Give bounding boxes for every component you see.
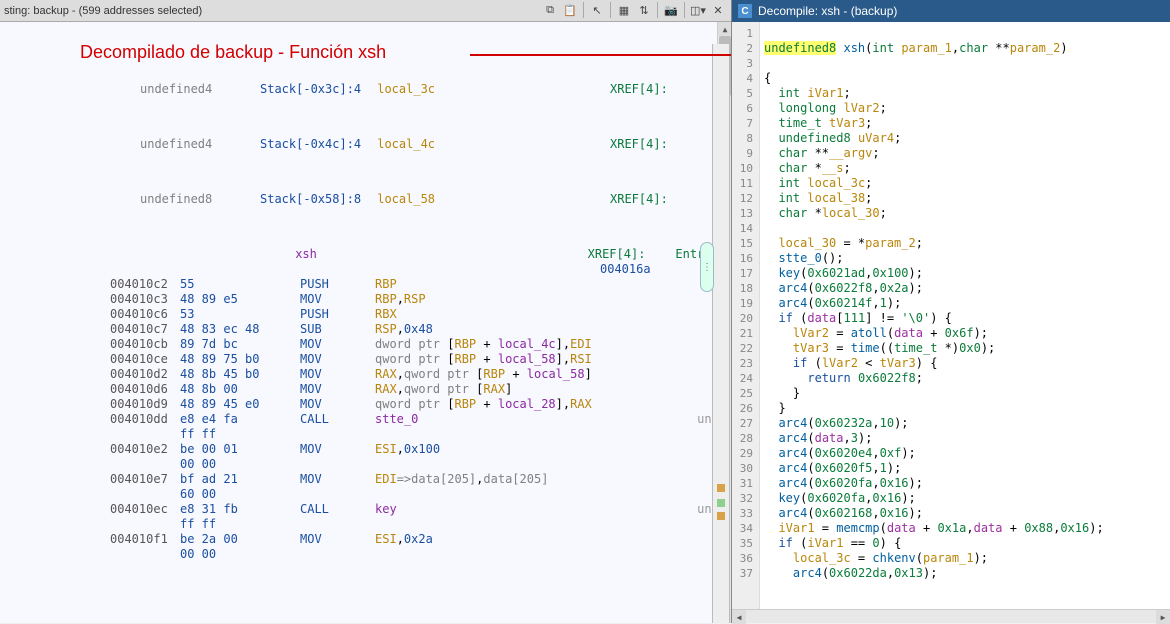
- paste-icon[interactable]: 📋: [561, 2, 579, 20]
- decomp-line[interactable]: time_t tVar3;: [764, 116, 1170, 131]
- marker: [717, 484, 725, 492]
- open-window-icon[interactable]: ◫▾: [689, 2, 707, 20]
- separator: [684, 2, 685, 18]
- scroll-right-icon[interactable]: ▶: [1156, 610, 1170, 624]
- listing-view[interactable]: Decompilado de backup - Función xsh unde…: [0, 22, 731, 623]
- decomp-line[interactable]: key(0x6021ad,0x100);: [764, 266, 1170, 281]
- decomp-line[interactable]: if (data[111] != '\0') {: [764, 311, 1170, 326]
- decomp-line[interactable]: [764, 26, 1170, 41]
- decomp-line[interactable]: arc4(data,3);: [764, 431, 1170, 446]
- asm-row[interactable]: 004010d948 89 45 e0MOVqword ptr [RBP + l…: [0, 397, 726, 412]
- asm-row[interactable]: 004010c653PUSHRBX: [0, 307, 726, 322]
- c-lang-icon: C: [738, 4, 752, 18]
- asm-row[interactable]: 004010c748 83 ec 48SUBRSP,0x48: [0, 322, 726, 337]
- overview-rail[interactable]: [712, 44, 730, 623]
- separator: [610, 2, 611, 18]
- diff-icon[interactable]: ⇅: [635, 2, 653, 20]
- decomp-line[interactable]: undefined8 uVar4;: [764, 131, 1170, 146]
- cursor-icon[interactable]: ↖: [588, 2, 606, 20]
- decomp-line[interactable]: int iVar1;: [764, 86, 1170, 101]
- asm-row[interactable]: ff ff: [0, 427, 726, 442]
- decomp-line[interactable]: iVar1 = memcmp(data + 0x1a,data + 0x88,0…: [764, 521, 1170, 536]
- annotation-arrow: [470, 54, 731, 56]
- snapshot-icon[interactable]: 📷: [662, 2, 680, 20]
- fields-icon[interactable]: ▦: [615, 2, 633, 20]
- decomp-line[interactable]: local_3c = chkenv(param_1);: [764, 551, 1170, 566]
- decomp-line[interactable]: arc4(0x60214f,1);: [764, 296, 1170, 311]
- line-gutter: 1234567891011121314151617181920212223242…: [732, 22, 760, 609]
- decomp-line[interactable]: arc4(0x6022da,0x13);: [764, 566, 1170, 581]
- decomp-line[interactable]: }: [764, 386, 1170, 401]
- decomp-line[interactable]: if (lVar2 < tVar3) {: [764, 356, 1170, 371]
- annotation-title: Decompilado de backup - Función xsh: [80, 42, 386, 63]
- asm-row[interactable]: 004010d648 8b 00MOVRAX,qword ptr [RAX]: [0, 382, 726, 397]
- asm-row[interactable]: 004010f1be 2a 00MOVESI,0x2a: [0, 532, 726, 547]
- decompile-title: Decompile: xsh - (backup): [758, 4, 897, 18]
- scroll-up-icon[interactable]: ▲: [718, 22, 731, 36]
- listing-var-row: undefined4Stack[-0x4c]:4 local_4cXREF[4]…: [0, 137, 726, 152]
- decomp-line[interactable]: char *local_30;: [764, 206, 1170, 221]
- asm-row[interactable]: ff ff: [0, 517, 726, 532]
- decomp-line[interactable]: local_30 = *param_2;: [764, 236, 1170, 251]
- decomp-line[interactable]: key(0x6020fa,0x16);: [764, 491, 1170, 506]
- listing-var-row: undefined8Stack[-0x58]:8 local_58XREF[4]…: [0, 192, 726, 207]
- horizontal-scrollbar[interactable]: ◀ ▶: [732, 609, 1170, 623]
- asm-row[interactable]: 004010e7bf ad 21MOVEDI=>data[205],data[2…: [0, 472, 726, 487]
- asm-row[interactable]: 004010d248 8b 45 b0MOVRAX,qword ptr [RBP…: [0, 367, 726, 382]
- copy-icon[interactable]: ⧉: [541, 2, 559, 20]
- separator: [583, 2, 584, 18]
- decomp-line[interactable]: [764, 221, 1170, 236]
- decomp-line[interactable]: if (iVar1 == 0) {: [764, 536, 1170, 551]
- scroll-left-icon[interactable]: ◀: [732, 610, 746, 624]
- split-handle[interactable]: ⋮: [700, 242, 714, 292]
- decomp-line[interactable]: arc4(0x60232a,10);: [764, 416, 1170, 431]
- decompiled-code[interactable]: undefined8 xsh(int param_1,char **param_…: [760, 22, 1170, 609]
- listing-titlebar: sting: backup - (599 addresses selected)…: [0, 0, 731, 22]
- decomp-line[interactable]: return 0x6022f8;: [764, 371, 1170, 386]
- decomp-line[interactable]: int local_38;: [764, 191, 1170, 206]
- asm-row[interactable]: 004010ece8 31 fbCALLkeyunde: [0, 502, 726, 517]
- decomp-line[interactable]: int local_3c;: [764, 176, 1170, 191]
- asm-row[interactable]: 00 00: [0, 547, 726, 562]
- decomp-line[interactable]: arc4(0x6020fa,0x16);: [764, 476, 1170, 491]
- decomp-line[interactable]: longlong lVar2;: [764, 101, 1170, 116]
- asm-row[interactable]: 004010e2be 00 01MOVESI,0x100: [0, 442, 726, 457]
- decompile-titlebar: C Decompile: xsh - (backup): [732, 0, 1170, 22]
- asm-row[interactable]: 00 00: [0, 457, 726, 472]
- decompile-view[interactable]: 1234567891011121314151617181920212223242…: [732, 22, 1170, 609]
- asm-row[interactable]: 60 00: [0, 487, 726, 502]
- decomp-line[interactable]: undefined8 xsh(int param_1,char **param_…: [764, 41, 1170, 56]
- marker: [717, 499, 725, 507]
- decomp-line[interactable]: arc4(0x602168,0x16);: [764, 506, 1170, 521]
- asm-row[interactable]: 004010ce48 89 75 b0MOVqword ptr [RBP + l…: [0, 352, 726, 367]
- separator: [657, 2, 658, 18]
- decomp-line[interactable]: char **__argv;: [764, 146, 1170, 161]
- decomp-line[interactable]: lVar2 = atoll(data + 0x6f);: [764, 326, 1170, 341]
- close-icon[interactable]: ✕: [709, 2, 727, 20]
- asm-row[interactable]: 004010cb89 7d bcMOVdword ptr [RBP + loca…: [0, 337, 726, 352]
- listing-var-row: undefined4Stack[-0x3c]:4 local_3cXREF[4]…: [0, 82, 726, 97]
- asm-row[interactable]: 004010dde8 e4 faCALLstte_0unde: [0, 412, 726, 427]
- decomp-line[interactable]: arc4(0x6022f8,0x2a);: [764, 281, 1170, 296]
- asm-row[interactable]: 004010c255PUSHRBP: [0, 277, 726, 292]
- decomp-line[interactable]: {: [764, 71, 1170, 86]
- decomp-line[interactable]: tVar3 = time((time_t *)0x0);: [764, 341, 1170, 356]
- decomp-line[interactable]: arc4(0x6020e4,0xf);: [764, 446, 1170, 461]
- decomp-line[interactable]: stte_0();: [764, 251, 1170, 266]
- marker: [717, 512, 725, 520]
- decomp-line[interactable]: char *__s;: [764, 161, 1170, 176]
- listing-prefix: sting:: [4, 5, 33, 17]
- decomp-line[interactable]: [764, 56, 1170, 71]
- decomp-line[interactable]: arc4(0x6020f5,1);: [764, 461, 1170, 476]
- listing-title: backup - (599 addresses selected): [33, 5, 202, 17]
- asm-row[interactable]: 004010c348 89 e5MOVRBP,RSP: [0, 292, 726, 307]
- function-label-row: xshXREF[4]:Entry P: [0, 247, 726, 262]
- decomp-line[interactable]: }: [764, 401, 1170, 416]
